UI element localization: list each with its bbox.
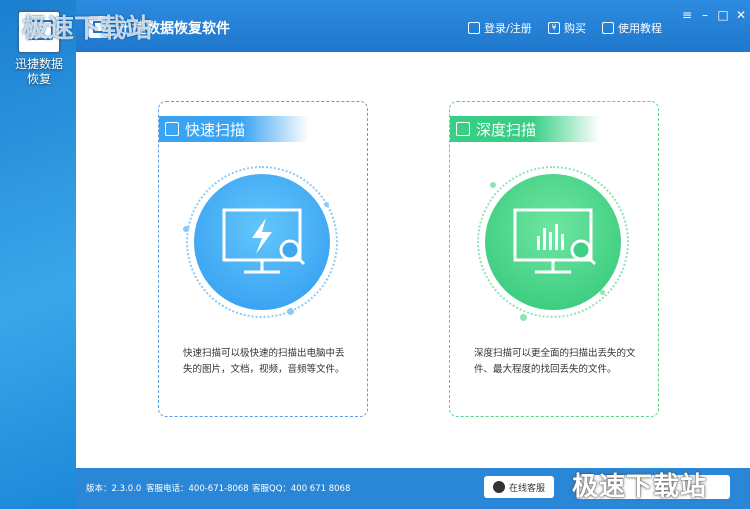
- login-register-label: 登录/注册: [484, 22, 532, 35]
- tutorial-label: 使用教程: [618, 22, 662, 35]
- quick-scan-icon: [165, 122, 179, 136]
- quick-scan-button[interactable]: [194, 174, 330, 310]
- qq-penguin-icon: [492, 481, 505, 493]
- phone-text: 客服电话：400-671-8068: [146, 484, 249, 494]
- buy-link[interactable]: ¥ 购买: [548, 20, 586, 36]
- deep-scan-icon: [456, 122, 470, 136]
- tutorial-link[interactable]: 使用教程: [602, 20, 662, 36]
- menu-button[interactable]: ≡: [678, 8, 696, 22]
- deep-scan-button[interactable]: [485, 174, 621, 310]
- deep-scan-title: 深度扫描: [476, 120, 537, 139]
- watermark-top: 极速下载站: [22, 14, 153, 44]
- key-icon: [468, 22, 480, 34]
- quick-scan-header: 快速扫描: [159, 116, 309, 142]
- quick-scan-card[interactable]: 快速扫描 快速扫描可以极快速的扫描出电脑中丢失的图片，文档，视频，音频等文件。: [158, 101, 368, 417]
- online-service-button[interactable]: 在线客服: [484, 476, 554, 498]
- book-icon: [602, 22, 614, 34]
- quick-scan-description: 快速扫描可以极快速的扫描出电脑中丢失的图片，文档，视频，音频等文件。: [183, 348, 345, 375]
- buy-label: 购买: [564, 22, 586, 35]
- minimize-button[interactable]: –: [696, 8, 714, 22]
- deep-scan-header: 深度扫描: [450, 116, 600, 142]
- quick-scan-title: 快速扫描: [185, 120, 246, 139]
- desktop-icon-label: 迅捷数据恢复: [14, 57, 63, 86]
- title-bar: 迅捷数据恢复软件 登录/注册 ¥ 购买 使用教程 ≡ – □ ✕: [76, 0, 750, 52]
- app-window: 迅捷数据恢复软件 登录/注册 ¥ 购买 使用教程 ≡ – □ ✕ 快速扫描 快速…: [76, 0, 750, 509]
- qq-text: 客服QQ：400 671 8068: [252, 484, 351, 494]
- maximize-button[interactable]: □: [714, 8, 732, 22]
- monitor-chart-search-icon: [513, 208, 597, 274]
- main-content: 快速扫描 快速扫描可以极快速的扫描出电脑中丢失的图片，文档，视频，音频等文件。: [76, 52, 750, 468]
- monitor-lightning-search-icon: [222, 208, 306, 274]
- deep-scan-description: 深度扫描可以更全面的扫描出丢失的文件、最大程度的找回丢失的文件。: [474, 348, 636, 375]
- decor-dot: [183, 226, 189, 232]
- online-service-label: 在线客服: [508, 483, 545, 494]
- login-register-link[interactable]: 登录/注册: [468, 20, 532, 36]
- watermark-bottom: 极速下载站: [572, 472, 708, 502]
- decor-dot: [520, 314, 527, 321]
- close-button[interactable]: ✕: [732, 8, 750, 22]
- yen-icon: ¥: [548, 22, 560, 34]
- version-text: 版本：2.3.0.0: [86, 484, 142, 494]
- deep-scan-card[interactable]: 深度扫描 深度扫描可以更全面的扫描出丢失的文件、最大程度的找回丢失的文件。: [449, 101, 659, 417]
